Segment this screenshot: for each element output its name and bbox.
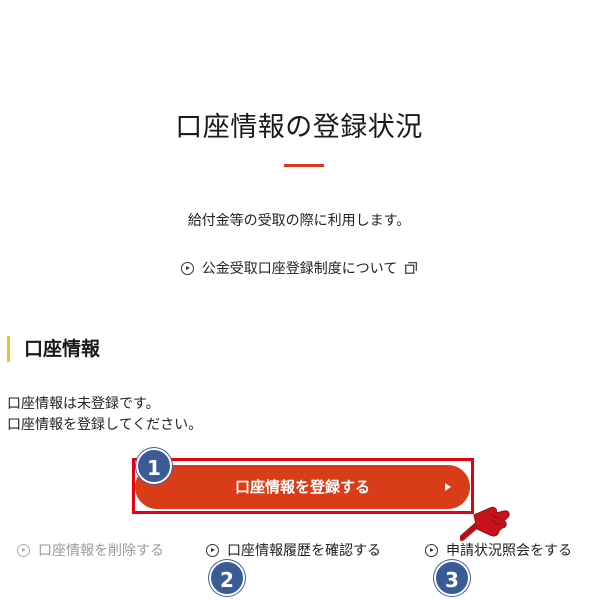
account-history-link-label: 口座情報履歴を確認する [227, 543, 381, 559]
application-status-link-label: 申請状況照会をする [446, 543, 572, 559]
about-system-link-label: 公金受取口座登録制度について [201, 261, 398, 277]
play-circle-icon [17, 543, 30, 557]
intro-text: 給付金等の受取の際に利用します。 [187, 213, 411, 229]
play-circle-icon [206, 543, 219, 557]
section-heading-account-info: 口座情報 [7, 336, 100, 362]
account-history-link[interactable]: 口座情報履歴を確認する [206, 540, 381, 560]
status-line-2: 口座情報を登録してください。 [7, 417, 203, 433]
page-title: 口座情報の登録状況 [175, 112, 423, 143]
registration-status-text: 口座情報は未登録です。 口座情報を登録してください。 [7, 394, 202, 436]
arrow-right-icon [445, 483, 451, 491]
register-account-button[interactable]: 口座情報を登録する [135, 465, 470, 509]
status-line-1: 口座情報は未登録です。 [7, 396, 160, 412]
play-circle-icon [425, 543, 438, 557]
register-account-button-label: 口座情報を登録する [234, 478, 370, 496]
step-badge-2: 2 [209, 560, 245, 596]
step-badge-1: 1 [136, 448, 172, 484]
delete-account-link: 口座情報を削除する [17, 540, 164, 560]
pointing-hand-icon [460, 506, 510, 541]
application-status-link[interactable]: 申請状況照会をする [425, 540, 572, 560]
play-circle-icon [180, 261, 194, 275]
step-badge-3: 3 [434, 560, 470, 596]
delete-account-link-label: 口座情報を削除する [38, 543, 164, 559]
external-window-icon [405, 262, 418, 274]
about-system-link[interactable]: 公金受取口座登録制度について [0, 258, 598, 278]
title-underline [284, 164, 324, 167]
